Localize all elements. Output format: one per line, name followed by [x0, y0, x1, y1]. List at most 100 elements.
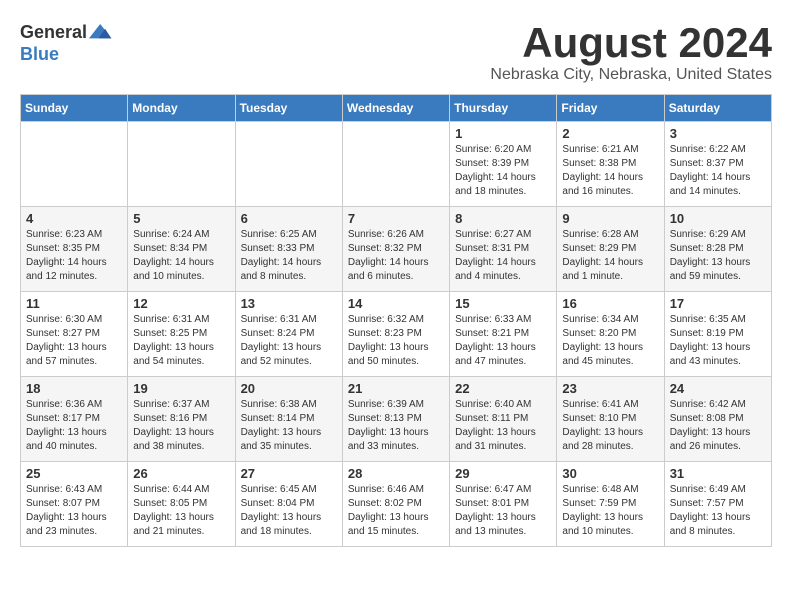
calendar-cell: 17 Sunrise: 6:35 AM Sunset: 8:19 PM Dayli…	[664, 292, 771, 377]
day-number: 12	[133, 296, 229, 311]
calendar-cell: 9 Sunrise: 6:28 AM Sunset: 8:29 PM Daylig…	[557, 207, 664, 292]
title-area: August 2024 Nebraska City, Nebraska, Uni…	[490, 20, 772, 84]
calendar-cell: 20Sunrise: 6:38 AM Sunset: 8:14 PM Dayli…	[235, 377, 342, 462]
logo-blue-text: Blue	[20, 44, 59, 65]
day-info: Sunrise: 6:48 AM Sunset: 7:59 PM Dayligh…	[562, 483, 658, 539]
calendar-cell: 27 Sunrise: 6:45 AM Sunset: 8:04 PM Dayli…	[235, 462, 342, 547]
week-row-4: 18 Sunrise: 6:36 AM Sunset: 8:17 PM Dayli…	[21, 377, 772, 462]
day-number: 2	[562, 126, 658, 141]
week-row-3: 11 Sunrise: 6:30 AM Sunset: 8:27 PM Dayli…	[21, 292, 772, 377]
day-info: Sunrise: 6:49 AM Sunset: 7:57 PM Dayligh…	[670, 483, 766, 539]
day-number: 3	[670, 126, 766, 141]
day-number: 23	[562, 381, 658, 396]
calendar-cell: 1Sunrise: 6:20 AM Sunset: 8:39 PM Daylig…	[450, 122, 557, 207]
day-info: Sunrise: 6:25 AM Sunset: 8:33 PM Dayligh…	[241, 228, 337, 284]
calendar-cell: 23 Sunrise: 6:41 AM Sunset: 8:10 PM Dayli…	[557, 377, 664, 462]
day-info: Sunrise: 6:43 AM Sunset: 8:07 PM Dayligh…	[26, 483, 122, 539]
calendar-cell	[21, 122, 128, 207]
day-info: Sunrise: 6:28 AM Sunset: 8:29 PM Dayligh…	[562, 228, 658, 284]
calendar-cell	[235, 122, 342, 207]
day-number: 6	[241, 211, 337, 226]
calendar-cell: 24Sunrise: 6:42 AM Sunset: 8:08 PM Dayli…	[664, 377, 771, 462]
day-info: Sunrise: 6:32 AM Sunset: 8:23 PM Dayligh…	[348, 313, 444, 369]
logo: General Blue	[20, 20, 113, 65]
day-info: Sunrise: 6:31 AM Sunset: 8:25 PM Dayligh…	[133, 313, 229, 369]
day-number: 11	[26, 296, 122, 311]
calendar-cell: 14 Sunrise: 6:32 AM Sunset: 8:23 PM Dayli…	[342, 292, 449, 377]
day-number: 24	[670, 381, 766, 396]
day-number: 21	[348, 381, 444, 396]
calendar-cell: 4Sunrise: 6:23 AM Sunset: 8:35 PM Daylig…	[21, 207, 128, 292]
day-number: 30	[562, 466, 658, 481]
day-info: Sunrise: 6:47 AM Sunset: 8:01 PM Dayligh…	[455, 483, 551, 539]
calendar-cell: 18 Sunrise: 6:36 AM Sunset: 8:17 PM Dayli…	[21, 377, 128, 462]
month-title: August 2024	[490, 20, 772, 66]
page-header: General Blue August 2024 Nebraska City, …	[20, 20, 772, 84]
day-info: Sunrise: 6:31 AM Sunset: 8:24 PM Dayligh…	[241, 313, 337, 369]
day-info: Sunrise: 6:41 AM Sunset: 8:10 PM Dayligh…	[562, 398, 658, 454]
day-number: 10	[670, 211, 766, 226]
calendar-cell: 31 Sunrise: 6:49 AM Sunset: 7:57 PM Dayli…	[664, 462, 771, 547]
calendar-cell: 12 Sunrise: 6:31 AM Sunset: 8:25 PM Dayli…	[128, 292, 235, 377]
day-info: Sunrise: 6:34 AM Sunset: 8:20 PM Dayligh…	[562, 313, 658, 369]
calendar-cell: 11 Sunrise: 6:30 AM Sunset: 8:27 PM Dayli…	[21, 292, 128, 377]
day-number: 8	[455, 211, 551, 226]
calendar-table: SundayMondayTuesdayWednesdayThursdayFrid…	[20, 94, 772, 547]
day-number: 5	[133, 211, 229, 226]
day-number: 9	[562, 211, 658, 226]
calendar-cell: 28 Sunrise: 6:46 AM Sunset: 8:02 PM Dayli…	[342, 462, 449, 547]
calendar-cell: 10 Sunrise: 6:29 AM Sunset: 8:28 PM Dayli…	[664, 207, 771, 292]
location-subtitle: Nebraska City, Nebraska, United States	[490, 66, 772, 84]
day-number: 14	[348, 296, 444, 311]
calendar-cell	[128, 122, 235, 207]
day-info: Sunrise: 6:30 AM Sunset: 8:27 PM Dayligh…	[26, 313, 122, 369]
calendar-cell: 7Sunrise: 6:26 AM Sunset: 8:32 PM Daylig…	[342, 207, 449, 292]
day-info: Sunrise: 6:36 AM Sunset: 8:17 PM Dayligh…	[26, 398, 122, 454]
header-saturday: Saturday	[664, 95, 771, 122]
day-info: Sunrise: 6:33 AM Sunset: 8:21 PM Dayligh…	[455, 313, 551, 369]
calendar-cell: 19 Sunrise: 6:37 AM Sunset: 8:16 PM Dayli…	[128, 377, 235, 462]
day-number: 25	[26, 466, 122, 481]
day-info: Sunrise: 6:35 AM Sunset: 8:19 PM Dayligh…	[670, 313, 766, 369]
day-number: 28	[348, 466, 444, 481]
week-row-2: 4Sunrise: 6:23 AM Sunset: 8:35 PM Daylig…	[21, 207, 772, 292]
calendar-cell	[342, 122, 449, 207]
header-sunday: Sunday	[21, 95, 128, 122]
day-number: 31	[670, 466, 766, 481]
calendar-cell: 26Sunrise: 6:44 AM Sunset: 8:05 PM Dayli…	[128, 462, 235, 547]
calendar-cell: 6 Sunrise: 6:25 AM Sunset: 8:33 PM Daylig…	[235, 207, 342, 292]
week-row-5: 25 Sunrise: 6:43 AM Sunset: 8:07 PM Dayli…	[21, 462, 772, 547]
day-info: Sunrise: 6:39 AM Sunset: 8:13 PM Dayligh…	[348, 398, 444, 454]
day-number: 18	[26, 381, 122, 396]
calendar-cell: 15 Sunrise: 6:33 AM Sunset: 8:21 PM Dayli…	[450, 292, 557, 377]
day-info: Sunrise: 6:29 AM Sunset: 8:28 PM Dayligh…	[670, 228, 766, 284]
day-number: 13	[241, 296, 337, 311]
calendar-cell: 25 Sunrise: 6:43 AM Sunset: 8:07 PM Dayli…	[21, 462, 128, 547]
calendar-cell: 30 Sunrise: 6:48 AM Sunset: 7:59 PM Dayli…	[557, 462, 664, 547]
day-info: Sunrise: 6:37 AM Sunset: 8:16 PM Dayligh…	[133, 398, 229, 454]
day-number: 29	[455, 466, 551, 481]
day-info: Sunrise: 6:46 AM Sunset: 8:02 PM Dayligh…	[348, 483, 444, 539]
day-info: Sunrise: 6:27 AM Sunset: 8:31 PM Dayligh…	[455, 228, 551, 284]
week-row-1: 1Sunrise: 6:20 AM Sunset: 8:39 PM Daylig…	[21, 122, 772, 207]
day-number: 19	[133, 381, 229, 396]
day-number: 27	[241, 466, 337, 481]
day-number: 4	[26, 211, 122, 226]
day-number: 26	[133, 466, 229, 481]
calendar-cell: 5 Sunrise: 6:24 AM Sunset: 8:34 PM Daylig…	[128, 207, 235, 292]
calendar-cell: 13 Sunrise: 6:31 AM Sunset: 8:24 PM Dayli…	[235, 292, 342, 377]
calendar-cell: 16 Sunrise: 6:34 AM Sunset: 8:20 PM Dayli…	[557, 292, 664, 377]
day-number: 15	[455, 296, 551, 311]
calendar-cell: 29 Sunrise: 6:47 AM Sunset: 8:01 PM Dayli…	[450, 462, 557, 547]
day-number: 16	[562, 296, 658, 311]
day-number: 1	[455, 126, 551, 141]
calendar-cell: 2 Sunrise: 6:21 AM Sunset: 8:38 PM Daylig…	[557, 122, 664, 207]
day-number: 17	[670, 296, 766, 311]
day-info: Sunrise: 6:38 AM Sunset: 8:14 PM Dayligh…	[241, 398, 337, 454]
header-monday: Monday	[128, 95, 235, 122]
day-info: Sunrise: 6:45 AM Sunset: 8:04 PM Dayligh…	[241, 483, 337, 539]
day-info: Sunrise: 6:24 AM Sunset: 8:34 PM Dayligh…	[133, 228, 229, 284]
logo-general-text: General	[20, 22, 87, 43]
header-friday: Friday	[557, 95, 664, 122]
day-info: Sunrise: 6:21 AM Sunset: 8:38 PM Dayligh…	[562, 143, 658, 199]
